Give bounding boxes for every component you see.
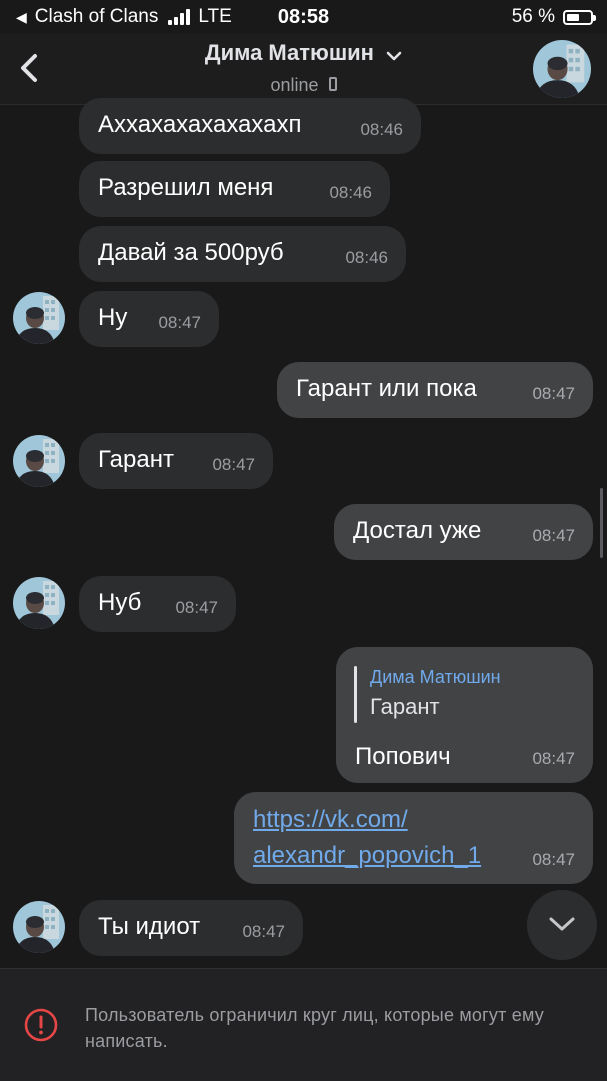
avatar[interactable] (533, 40, 591, 98)
message-text: Гарант (98, 446, 174, 473)
avatar-photo (13, 577, 65, 629)
message-bubble[interactable]: Разрешил меня 08:46 (79, 161, 390, 217)
avatar[interactable] (13, 435, 65, 487)
message-time: 08:47 (532, 850, 575, 869)
message-text: Аххахахахахахахп (98, 111, 302, 138)
avatar[interactable] (13, 901, 65, 953)
message-text: Давай за 500руб (98, 239, 284, 266)
message-time: 08:47 (158, 313, 201, 332)
message-text: Разрешил меня (98, 174, 274, 201)
message-bubble-outgoing[interactable]: Гарант или пока 08:47 (277, 362, 593, 418)
reply-author[interactable]: Дима Матюшин (370, 667, 501, 688)
message-text: Ну (98, 304, 128, 331)
message-bubble[interactable]: Нуб 08:47 (79, 576, 236, 632)
phone-icon (328, 77, 337, 92)
message-time: 08:47 (532, 526, 575, 545)
message-bubble[interactable]: Давай за 500руб 08:46 (79, 226, 406, 282)
avatar-photo (533, 40, 591, 98)
exclamation-circle-icon (24, 1008, 58, 1042)
avatar-photo (13, 435, 65, 487)
battery-fill (567, 13, 580, 21)
scroll-down-button[interactable] (527, 890, 597, 960)
chevron-down-icon (549, 917, 575, 931)
chat-title[interactable]: Дима Матюшин online (0, 40, 607, 96)
message-bubble[interactable]: Аххахахахахахахп 08:46 (79, 98, 421, 154)
chat-header: Дима Матюшин online (0, 34, 607, 105)
battery-icon (563, 9, 596, 25)
message-time: 08:47 (242, 922, 285, 941)
message-link[interactable]: alexandr_popovich_1 (253, 842, 481, 870)
message-time: 08:47 (212, 455, 255, 474)
avatar-photo (13, 292, 65, 344)
online-status: online (270, 75, 319, 96)
message-link[interactable]: https://vk.com/ (253, 806, 408, 834)
avatar[interactable] (13, 292, 65, 344)
chevron-down-icon (386, 41, 402, 67)
reply-quote-bar (354, 666, 357, 723)
message-text: Нуб (98, 589, 142, 616)
message-time: 08:47 (532, 749, 575, 768)
message-text: Достал уже (353, 517, 482, 544)
scrollbar[interactable] (600, 488, 603, 558)
message-time: 08:46 (345, 248, 388, 267)
message-text: Гарант или пока (296, 375, 477, 402)
avatar-photo (13, 901, 65, 953)
message-text: Ты идиот (98, 913, 201, 940)
message-bubble[interactable]: Гарант 08:47 (79, 433, 273, 489)
message-time: 08:46 (360, 120, 403, 139)
restriction-notice: Пользователь ограничил круг лиц, которые… (85, 1005, 544, 1051)
message-time: 08:47 (175, 598, 218, 617)
message-bubble-outgoing[interactable]: Дима Матюшин Гарант Попович 08:47 (336, 647, 593, 783)
message-time: 08:46 (329, 183, 372, 202)
message-bubble[interactable]: Ну 08:47 (79, 291, 219, 347)
contact-name: Дима Матюшин (204, 40, 374, 65)
battery-percent: 56 % (511, 6, 555, 27)
reply-quoted-text: Гарант (370, 694, 440, 719)
message-bubble[interactable]: Ты идиот 08:47 (79, 900, 303, 956)
avatar[interactable] (13, 577, 65, 629)
message-text: Попович (355, 743, 451, 770)
message-bubble-outgoing[interactable]: https://vk.com/ alexandr_popovich_1 08:4… (234, 792, 593, 884)
message-bubble-outgoing[interactable]: Достал уже 08:47 (334, 504, 593, 560)
message-time: 08:47 (532, 384, 575, 403)
status-bar: ◀ Clash of Clans LTE 08:58 56 % (0, 0, 607, 34)
restriction-notice-bar: Пользователь ограничил круг лиц, которые… (0, 968, 607, 1081)
